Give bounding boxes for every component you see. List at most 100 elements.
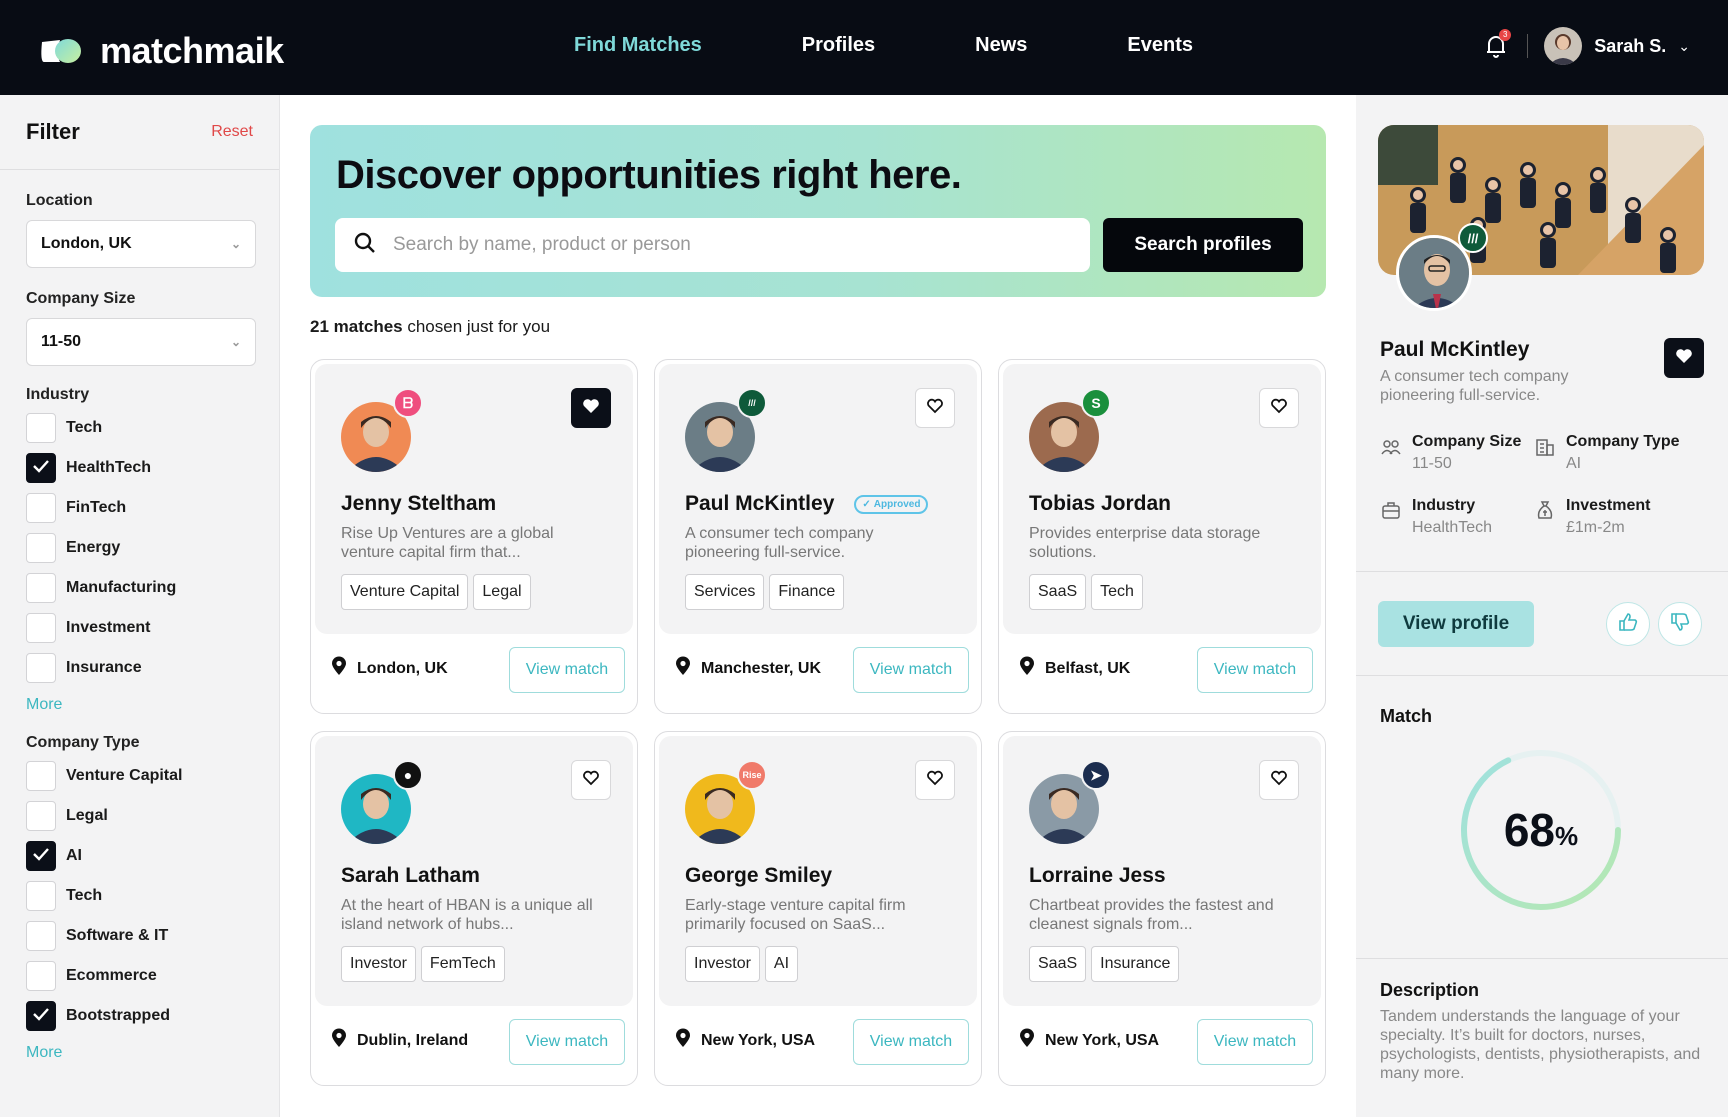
- favorite-button[interactable]: [571, 388, 611, 428]
- checkbox[interactable]: [26, 493, 56, 523]
- view-match-button[interactable]: View match: [1197, 647, 1313, 693]
- person-name-row: Sarah Latham: [341, 864, 480, 888]
- view-match-button[interactable]: View match: [853, 1019, 969, 1065]
- tag: FemTech: [420, 946, 505, 982]
- match-card[interactable]: ᗷ Jenny Steltham Rise Up Ventures are a …: [310, 359, 638, 714]
- filter-option[interactable]: Energy: [26, 528, 253, 568]
- approved-label: Approved: [873, 498, 921, 510]
- match-card[interactable]: S Tobias Jordan Provides enterprise data…: [998, 359, 1326, 714]
- match-card[interactable]: ➤ Lorraine Jess Chartbeat provides the f…: [998, 731, 1326, 1086]
- person-name: George Smiley: [685, 864, 833, 887]
- thumbs-down-button[interactable]: [1658, 602, 1702, 646]
- person-name: Paul McKintley: [685, 492, 835, 515]
- location-text: London, UK: [357, 659, 448, 677]
- filter-option[interactable]: Insurance: [26, 648, 253, 688]
- filter-option-label: Bootstrapped: [66, 1007, 170, 1024]
- filter-option[interactable]: Tech: [26, 876, 253, 916]
- view-match-button[interactable]: View match: [853, 647, 969, 693]
- tag-list: Investor AI: [685, 946, 803, 982]
- filter-option[interactable]: AI: [26, 836, 253, 876]
- fact-value: 11-50: [1412, 455, 1452, 472]
- match-card[interactable]: ● Sarah Latham At the heart of HBAN is a…: [310, 731, 638, 1086]
- filter-header: Filter Reset: [0, 95, 279, 170]
- checkbox-checked[interactable]: [26, 453, 56, 483]
- checkbox[interactable]: [26, 613, 56, 643]
- tag: Legal: [473, 574, 531, 610]
- check-circle-icon: ✓: [862, 498, 871, 510]
- checkbox[interactable]: [26, 573, 56, 603]
- industry-more-link[interactable]: More: [26, 696, 253, 714]
- view-match-button[interactable]: View match: [1197, 1019, 1313, 1065]
- notification-bell-icon[interactable]: 3: [1481, 29, 1512, 61]
- company-type-more-link[interactable]: More: [26, 1044, 253, 1062]
- search-box[interactable]: [335, 218, 1090, 272]
- filter-option-label: AI: [66, 847, 82, 864]
- nav-profiles[interactable]: Profiles: [802, 34, 875, 57]
- filter-option[interactable]: Legal: [26, 796, 253, 836]
- nav-events[interactable]: Events: [1127, 34, 1193, 57]
- filter-option[interactable]: Bootstrapped: [26, 996, 253, 1036]
- checkbox[interactable]: [26, 653, 56, 683]
- checkbox[interactable]: [26, 881, 56, 911]
- approved-badge: ✓ Approved: [854, 494, 929, 514]
- checkbox[interactable]: [26, 533, 56, 563]
- tag-list: SaaS Tech: [1029, 574, 1148, 610]
- search-profiles-button[interactable]: Search profiles: [1103, 218, 1303, 272]
- filter-option[interactable]: Manufacturing: [26, 568, 253, 608]
- filter-option[interactable]: Tech: [26, 408, 253, 448]
- company-size-select[interactable]: 11-50 ⌄: [26, 318, 256, 366]
- match-card[interactable]: /// Paul McKintley ✓ Approved A consumer t…: [654, 359, 982, 714]
- fact-company-type: Company Type AI: [1534, 433, 1680, 473]
- checkbox[interactable]: [26, 921, 56, 951]
- view-match-button[interactable]: View match: [509, 1019, 625, 1065]
- logo[interactable]: matchmaik: [38, 30, 284, 72]
- company-description: Rise Up Ventures are a global venture ca…: [341, 525, 554, 561]
- divider: [1356, 571, 1728, 572]
- checkbox-checked[interactable]: [26, 841, 56, 871]
- briefcase-icon: [1380, 499, 1402, 521]
- thumbs-up-button[interactable]: [1606, 602, 1650, 646]
- favorite-button[interactable]: [1664, 338, 1704, 378]
- filter-option[interactable]: Venture Capital: [26, 756, 253, 796]
- user-name[interactable]: Sarah S.: [1594, 36, 1666, 57]
- filter-option[interactable]: HealthTech: [26, 448, 253, 488]
- fact-label: Industry: [1412, 497, 1476, 514]
- filter-option-label: Tech: [66, 419, 103, 436]
- location-select[interactable]: London, UK ⌄: [26, 220, 256, 268]
- tag: Investor: [685, 946, 760, 982]
- checkbox[interactable]: [26, 761, 56, 791]
- divider: [1356, 958, 1728, 959]
- company-size-label: Company Size: [26, 290, 136, 307]
- favorite-button[interactable]: [915, 388, 955, 428]
- favorite-button[interactable]: [1259, 388, 1299, 428]
- filter-option[interactable]: Ecommerce: [26, 956, 253, 996]
- match-card[interactable]: Rise George Smiley Early-stage venture c…: [654, 731, 982, 1086]
- filter-option-label: Investment: [66, 619, 151, 636]
- tag: Venture Capital: [341, 574, 469, 610]
- checkbox-checked[interactable]: [26, 1001, 56, 1031]
- view-match-button[interactable]: View match: [509, 647, 625, 693]
- card-body: /// Paul McKintley ✓ Approved A consumer t…: [659, 364, 977, 634]
- checkbox[interactable]: [26, 413, 56, 443]
- filter-option[interactable]: FinTech: [26, 488, 253, 528]
- checkbox[interactable]: [26, 961, 56, 991]
- nav-find-matches[interactable]: Find Matches: [574, 34, 702, 57]
- reset-button[interactable]: Reset: [211, 123, 253, 141]
- favorite-button[interactable]: [1259, 760, 1299, 800]
- filter-option[interactable]: Software & IT: [26, 916, 253, 956]
- view-profile-button[interactable]: View profile: [1378, 601, 1534, 647]
- heart-filled-icon: [582, 398, 600, 419]
- favorite-button[interactable]: [571, 760, 611, 800]
- company-type-label: Company Type: [26, 734, 140, 751]
- search-input[interactable]: [393, 234, 1043, 256]
- checkbox[interactable]: [26, 801, 56, 831]
- location-pin-icon: [331, 1028, 347, 1053]
- favorite-button[interactable]: [915, 760, 955, 800]
- chevron-down-icon[interactable]: ⌄: [1678, 38, 1690, 55]
- chevron-down-icon: ⌄: [230, 237, 241, 251]
- user-avatar[interactable]: [1544, 27, 1583, 65]
- filter-option[interactable]: Investment: [26, 608, 253, 648]
- tag: Investor: [341, 946, 416, 982]
- nav-news[interactable]: News: [975, 34, 1027, 57]
- search-icon: [353, 231, 377, 260]
